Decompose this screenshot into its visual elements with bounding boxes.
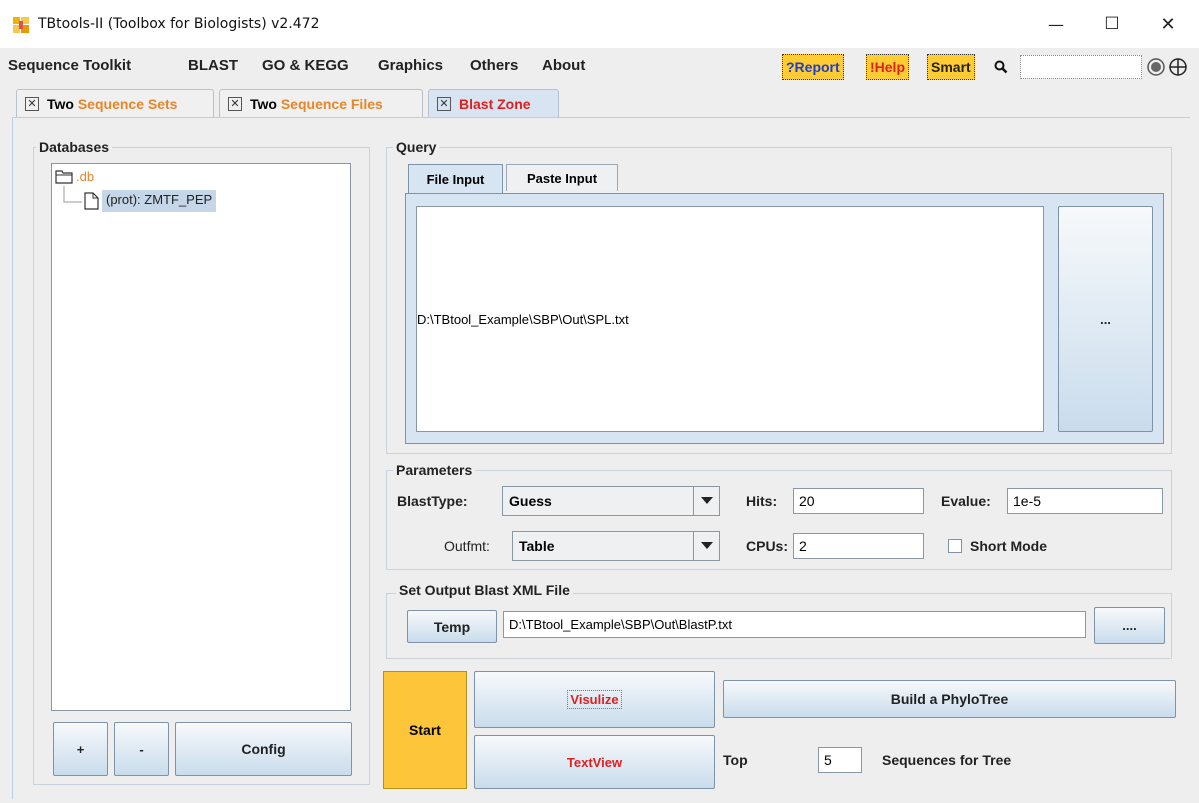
app-logo-icon xyxy=(13,17,29,33)
output-title: Set Output Blast XML File xyxy=(396,582,573,598)
tab-label-prefix: Two xyxy=(47,95,78,112)
sequences-for-tree-label: Sequences for Tree xyxy=(882,752,1012,768)
tab-two-sequence-files[interactable]: ✕ Two Sequence Files xyxy=(219,89,423,117)
textview-button[interactable]: TextView xyxy=(474,735,715,789)
hits-label: Hits: xyxy=(746,493,778,509)
chevron-down-icon[interactable] xyxy=(693,532,719,560)
tab-label: Blast Zone xyxy=(459,95,531,112)
menu-about[interactable]: About xyxy=(542,57,585,74)
tab-label: Sequence Sets xyxy=(77,95,178,112)
visulize-button[interactable]: Visulize xyxy=(474,671,715,728)
tree-root-label[interactable]: .db xyxy=(76,169,94,184)
parameters-group xyxy=(386,470,1172,570)
start-button[interactable]: Start xyxy=(383,671,467,789)
file-icon xyxy=(84,192,99,210)
databases-title: Databases xyxy=(36,139,113,155)
close-button[interactable]: ✕ xyxy=(1150,10,1186,38)
tree-item-zmtf-pep[interactable]: (prot): ZMTF_PEP xyxy=(102,190,217,212)
menu-graphics[interactable]: Graphics xyxy=(378,57,443,74)
menu-blast[interactable]: BLAST xyxy=(188,57,238,74)
parameters-title: Parameters xyxy=(393,462,476,478)
outfmt-label: Outfmt: xyxy=(444,538,490,554)
tab-close-icon[interactable]: ✕ xyxy=(437,96,451,111)
menu-sequence-toolkit[interactable]: Sequence Toolkit xyxy=(8,57,131,74)
search-icon xyxy=(994,60,1008,74)
tab-label: Sequence Files xyxy=(280,95,383,112)
window-title: TBtools-II (Toolbox for Biologists) v2.4… xyxy=(38,16,320,32)
blasttype-select[interactable]: Guess xyxy=(502,486,720,516)
theme-toggle-icon[interactable] xyxy=(1146,57,1166,77)
tab-two-sequence-sets[interactable]: ✕ Two Sequence Sets xyxy=(16,89,214,117)
top-count-field[interactable]: 5 xyxy=(818,747,862,773)
evalue-value: 1e-5 xyxy=(1013,493,1042,509)
visulize-label: Visulize xyxy=(567,690,622,709)
output-browse-button[interactable]: .... xyxy=(1094,607,1165,644)
cpus-field[interactable]: 2 xyxy=(793,533,924,559)
search-input[interactable] xyxy=(1020,55,1142,79)
hits-value: 20 xyxy=(799,493,815,509)
cpus-value: 2 xyxy=(799,538,807,554)
query-file-path-field[interactable]: D:\TBtool_Example\SBP\Out\SPL.txt xyxy=(416,206,1044,432)
outfmt-value: Table xyxy=(519,538,555,554)
report-button[interactable]: ?Report xyxy=(782,54,844,80)
remove-database-button[interactable]: - xyxy=(114,722,169,776)
top-count-value: 5 xyxy=(824,752,832,768)
blasttype-label: BlastType: xyxy=(397,493,468,509)
query-title: Query xyxy=(393,139,440,155)
folder-icon xyxy=(55,170,73,184)
tab-blast-zone[interactable]: ✕ Blast Zone xyxy=(428,89,559,117)
tab-paste-input[interactable]: Paste Input xyxy=(506,164,618,191)
cpus-label: CPUs: xyxy=(746,538,789,554)
build-phylotree-button[interactable]: Build a PhyloTree xyxy=(723,680,1176,718)
short-mode-checkbox[interactable] xyxy=(948,539,962,553)
minimize-button[interactable]: — xyxy=(1038,10,1074,38)
add-database-button[interactable]: + xyxy=(53,722,108,776)
chevron-down-icon[interactable] xyxy=(693,487,719,515)
evalue-field[interactable]: 1e-5 xyxy=(1007,488,1163,514)
tab-close-icon[interactable]: ✕ xyxy=(25,96,39,111)
hits-field[interactable]: 20 xyxy=(793,488,924,514)
output-path: D:\TBtool_Example\SBP\Out\BlastP.txt xyxy=(509,617,733,632)
database-tree[interactable] xyxy=(51,163,351,711)
output-path-field[interactable]: D:\TBtool_Example\SBP\Out\BlastP.txt xyxy=(503,611,1086,638)
evalue-label: Evalue: xyxy=(941,493,991,509)
query-browse-button[interactable]: ... xyxy=(1058,206,1153,432)
menu-go-kegg[interactable]: GO & KEGG xyxy=(262,57,349,74)
top-label: Top xyxy=(723,752,748,768)
config-button[interactable]: Config xyxy=(175,722,352,776)
tab-label-prefix: Two xyxy=(250,95,281,112)
smart-button[interactable]: Smart xyxy=(927,54,975,80)
outfmt-select[interactable]: Table xyxy=(512,531,720,561)
maximize-button[interactable]: ☐ xyxy=(1094,10,1130,38)
tab-close-icon[interactable]: ✕ xyxy=(228,96,242,111)
help-button[interactable]: !Help xyxy=(866,54,909,80)
blasttype-value: Guess xyxy=(509,493,552,509)
tab-file-input[interactable]: File Input xyxy=(408,164,503,194)
layout-grid-icon[interactable] xyxy=(1168,57,1188,77)
short-mode-label: Short Mode xyxy=(970,538,1047,554)
temp-button[interactable]: Temp xyxy=(407,610,497,643)
query-file-path: D:\TBtool_Example\SBP\Out\SPL.txt xyxy=(417,311,629,327)
tree-connector xyxy=(63,186,82,203)
menu-others[interactable]: Others xyxy=(470,57,518,74)
